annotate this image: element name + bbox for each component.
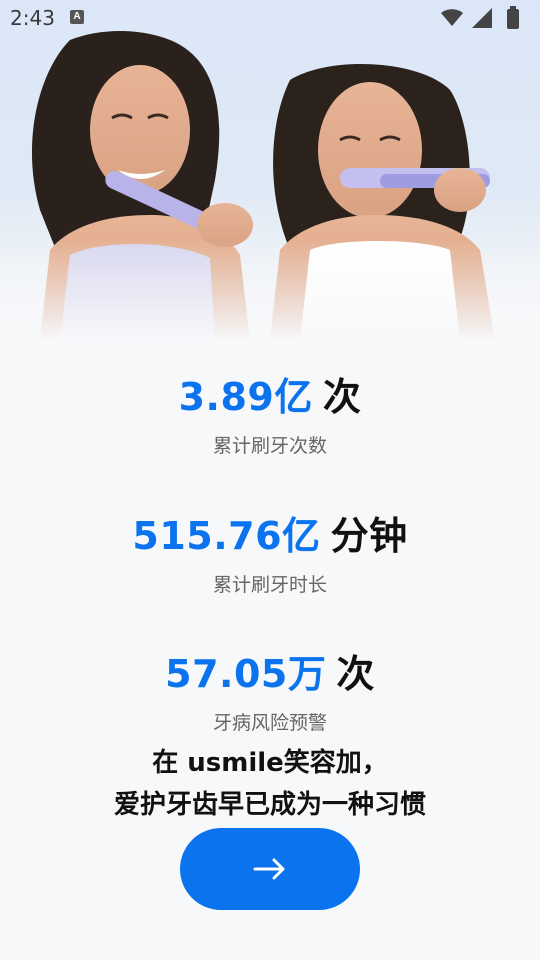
stat-value: 515.76亿 分钟 — [0, 505, 540, 560]
stat-value: 3.89亿次 — [0, 366, 540, 421]
stat-brush-count: 3.89亿次 累计刷牙次数 — [0, 366, 540, 458]
stat-number: 515.76亿 — [132, 514, 321, 558]
status-bar: 2:43 A — [0, 0, 540, 36]
hero-image — [0, 0, 540, 340]
battery-icon — [507, 6, 519, 29]
status-icons — [440, 6, 530, 30]
stat-label: 牙病风险预警 — [212, 712, 327, 734]
stat-number: 3.89亿 — [178, 375, 313, 419]
slogan-line-1: 在 usmile笑容加， — [152, 748, 388, 778]
arrow-right-icon — [253, 858, 285, 880]
stat-unit: 分钟 — [330, 514, 408, 558]
wifi-icon — [441, 9, 463, 26]
hero-photo-illustration — [0, 31, 540, 340]
cellular-signal-icon — [472, 8, 492, 28]
slogan: 在 usmile笑容加， 爱护牙齿早已成为一种习惯 — [0, 742, 540, 826]
next-button[interactable] — [180, 828, 360, 910]
slogan-line-2: 爱护牙齿早已成为一种习惯 — [113, 790, 426, 820]
notification-a-icon: A — [70, 10, 84, 24]
stat-number: 57.05万 — [165, 652, 327, 696]
stat-brush-duration: 515.76亿 分钟 累计刷牙时长 — [0, 505, 540, 597]
stat-risk-alerts: 57.05万次 牙病风险预警 — [0, 643, 540, 735]
status-time: 2:43 — [10, 6, 55, 30]
stat-label: 累计刷牙时长 — [212, 574, 327, 596]
stat-value: 57.05万次 — [0, 643, 540, 698]
stat-unit: 次 — [336, 652, 375, 696]
stat-label: 累计刷牙次数 — [212, 435, 327, 457]
stat-unit: 次 — [322, 375, 362, 419]
